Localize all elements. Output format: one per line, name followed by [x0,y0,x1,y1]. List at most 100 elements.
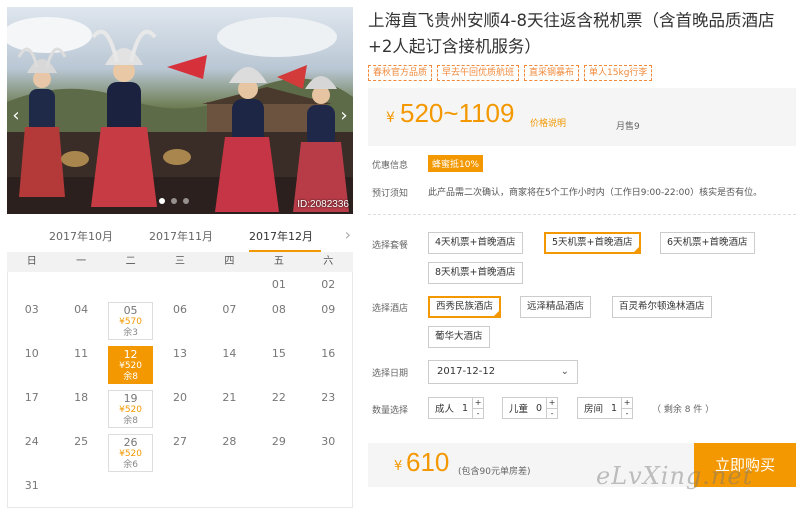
calendar-day-available[interactable]: 19 ¥520 余8 [107,390,154,428]
calendar-day [254,475,303,500]
calendar-day-number: 28 [222,435,237,448]
calendar-day [56,475,105,500]
photo-id-label: ID:2082336 [297,199,349,210]
calendar-day-available[interactable]: 05 ¥570 余3 [107,302,154,340]
hotel-option-puhua[interactable]: 葡华大酒店 [428,326,490,348]
adult-plus-button[interactable]: + [473,398,483,408]
chevron-down-icon: ⌄ [560,366,569,377]
price-note-link[interactable]: 价格说明 [530,116,566,129]
hotel-option-xixiu[interactable]: 西秀民族酒店 [428,296,502,318]
calendar-day: 23 [304,387,353,431]
weekday-label: 日 [26,256,37,267]
calendar-day: 28 [205,431,254,475]
room-value[interactable]: 1 [607,403,621,414]
calendar-day-number: 24 [24,435,39,448]
calendar-day: 10 [7,343,56,387]
photo-dot[interactable] [171,198,177,204]
package-option-4day[interactable]: 4天机票+首晚酒店 [428,232,523,254]
calendar-day-price: ¥520 [119,405,143,415]
calendar-day-number: 25 [74,435,89,448]
product-photo[interactable]: ‹ › ID:2082336 [7,7,353,214]
calendar-day: 07 [205,299,254,343]
calendar-day-price: ¥520 [119,449,143,459]
calendar-day-number: 15 [271,347,286,360]
calendar-day [56,274,105,299]
weekday-label: 四 [224,256,235,267]
photo-dot[interactable] [183,198,189,204]
adult-minus-button[interactable]: - [473,408,484,419]
calendar-day-number: 08 [271,303,286,316]
calendar-day: 25 [56,431,105,475]
notice-label: 预订须知 [372,189,409,199]
promo-label: 优惠信息 [372,161,409,171]
calendar-day-number: 18 [74,391,89,404]
calendar-day-number: 12 [123,348,138,361]
room-stepper[interactable]: 房间 1 + - [577,397,634,419]
festival-photo-illustration [7,17,353,214]
calendar-day [7,274,56,299]
calendar-day-number: 29 [271,435,286,448]
photo-next-arrow-icon[interactable]: › [337,103,351,129]
next-month-chevron-icon[interactable]: › [345,225,351,244]
calendar-day [106,274,155,299]
tab-month-dec[interactable]: 2017年12月 [249,228,313,244]
calendar-day-available[interactable]: 26 ¥520 余6 [107,434,154,472]
calendar-day-stock: 余6 [123,460,138,470]
calendar-day: 31 [7,475,56,500]
calendar-day-number: 13 [172,347,187,360]
child-label: 儿童 [509,404,529,415]
product-tag: 春秋官方品质 [368,65,433,81]
hotel-option-yuanze[interactable]: 远泽精品酒店 [520,296,592,318]
child-minus-button[interactable]: - [547,408,558,419]
hotel-label: 选择酒店 [372,304,409,314]
calendar-day [155,274,204,299]
photo-prev-arrow-icon[interactable]: ‹ [9,103,23,129]
calendar-day-number: 22 [271,391,286,404]
calendar-day-stock: 余8 [123,372,138,382]
calendar-day-price: ¥570 [119,317,143,327]
child-plus-button[interactable]: + [547,398,557,408]
calendar-grid: 01 02 03 04 05 ¥570 余3 06 07 08 09 10 11 12 ¥520 余8 13 14… [7,274,353,500]
adult-value[interactable]: 1 [458,403,472,414]
calendar-day-number: 21 [222,391,237,404]
calendar-day: 30 [304,431,353,475]
package-option-8day[interactable]: 8天机票+首晚酒店 [428,262,523,284]
package-option-5day[interactable]: 5天机票+首晚酒店 [544,232,641,254]
photo-dot[interactable] [159,198,165,204]
adult-label: 成人 [435,404,455,415]
total-price: 610 [406,447,450,477]
total-included-note: (包含90元单房差) [458,467,531,477]
product-tags: 春秋官方品质 早去午回优质航班 直采钢暴布 单人15kg行李 [368,65,653,81]
calendar-day-stock: 余8 [123,416,138,426]
calendar-day-number: 31 [24,479,39,492]
weekday-header: 日一二三四五六 [7,252,353,272]
promo-badge: 蜂蜜抵10% [428,155,484,172]
remaining-stock: （ 剩余 8 件 ） [652,405,715,415]
calendar-day: 24 [7,431,56,475]
package-label: 选择套餐 [372,241,409,251]
child-value[interactable]: 0 [532,403,546,414]
weekday-label: 五 [273,256,284,267]
calendar-day-available[interactable]: 12 ¥520 余8 [107,346,154,384]
product-tag: 单人15kg行李 [584,65,653,81]
room-plus-button[interactable]: + [622,398,632,408]
package-option-6day[interactable]: 6天机票+首晚酒店 [660,232,755,254]
calendar-day-number: 20 [172,391,187,404]
calendar-day [205,475,254,500]
calendar-day-number: 07 [222,303,237,316]
calendar-day [155,475,204,500]
calendar-day: 08 [254,299,303,343]
tab-month-oct[interactable]: 2017年10月 [49,228,113,244]
calendar-day: 17 [7,387,56,431]
calendar-day: 21 [205,387,254,431]
calendar-day-price: ¥520 [119,361,143,371]
calendar-day-number: 05 [123,304,138,317]
date-select[interactable]: 2017-12-12 ⌄ [428,360,578,384]
product-tag: 直采钢暴布 [524,65,580,81]
quantity-label: 数量选择 [372,406,409,416]
child-stepper[interactable]: 儿童 0 + - [502,397,559,419]
room-minus-button[interactable]: - [622,408,633,419]
tab-month-nov[interactable]: 2017年11月 [149,228,213,244]
adult-stepper[interactable]: 成人 1 + - [428,397,485,419]
hotel-option-bailing-hilton[interactable]: 百灵希尔顿逸林酒店 [612,296,712,318]
